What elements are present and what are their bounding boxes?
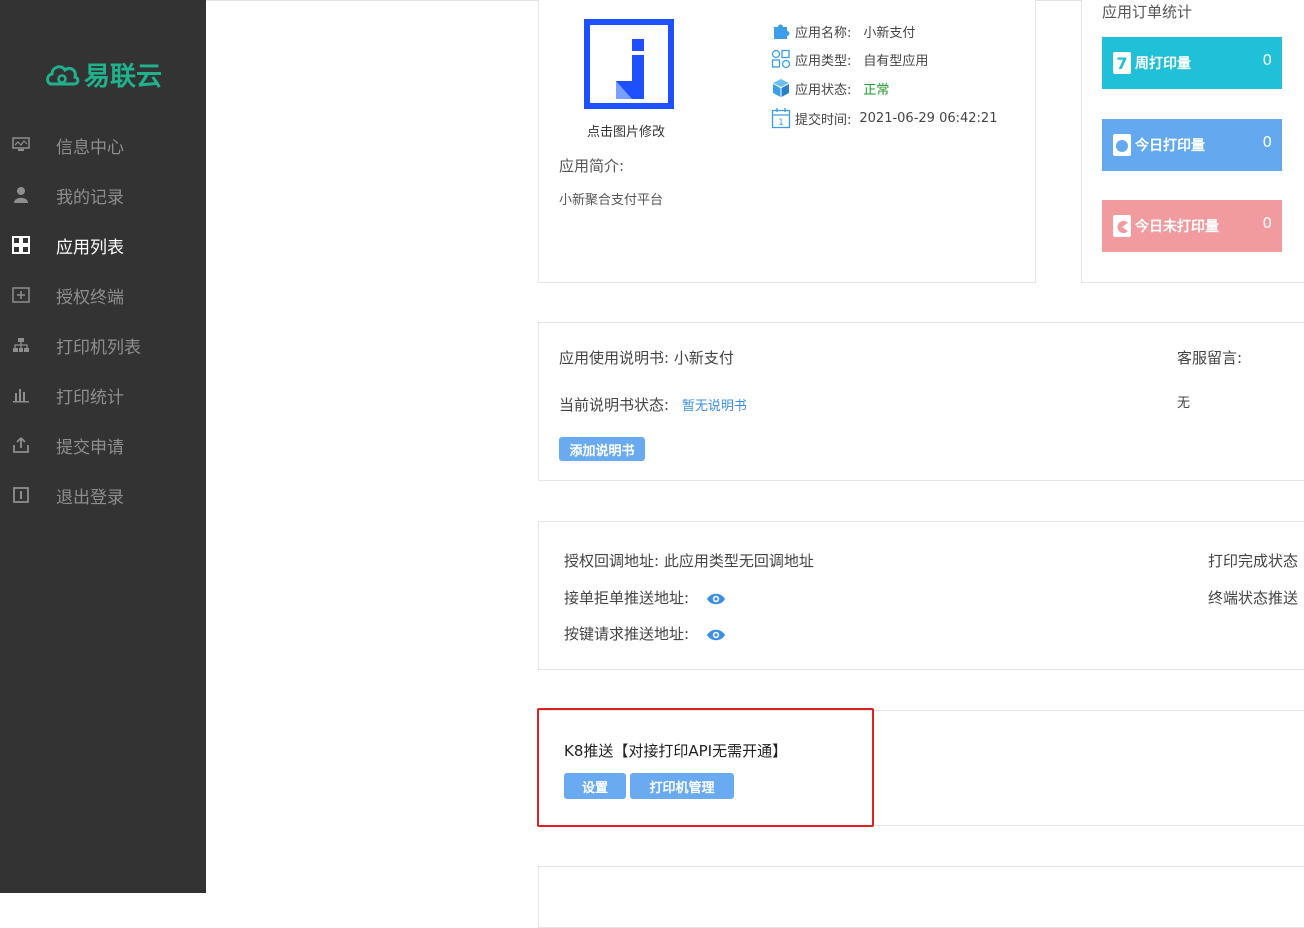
network-icon <box>11 335 31 355</box>
logo: 易联云 <box>44 54 162 94</box>
upload-icon <box>11 435 31 455</box>
app-name-row: 应用名称: 小新支付 <box>771 20 915 42</box>
app-type-label: 应用类型: <box>795 53 852 69</box>
app-type-value: 自有型应用 <box>863 53 929 69</box>
today-print-label: 今日打印量 <box>1135 138 1205 154</box>
calendar-7-icon: 7 <box>1113 52 1131 74</box>
week-print-value: 0 <box>1262 51 1272 69</box>
key-push-label: 按键请求推送地址: <box>564 625 690 643</box>
highlight-box <box>537 708 874 827</box>
sidebar-item-label: 打印统计 <box>56 387 124 408</box>
cube-icon <box>773 79 789 97</box>
sidebar-item-app-list[interactable]: 应用列表 <box>0 225 206 265</box>
logout-icon <box>11 485 31 505</box>
puzzle-icon <box>774 24 790 39</box>
app-status-row: 应用状态: 正常 <box>771 77 889 99</box>
week-print-label: 周打印量 <box>1135 56 1191 72</box>
sidebar-item-print-stats[interactable]: 打印统计 <box>0 375 206 415</box>
svg-text:1: 1 <box>778 118 784 128</box>
eye-icon[interactable] <box>706 592 726 606</box>
today-print-value: 0 <box>1262 133 1272 151</box>
manual-status-row: 当前说明书状态: 暂无说明书 <box>559 394 747 415</box>
terminal-plus-icon <box>11 285 31 305</box>
apps-grid-icon <box>771 49 791 69</box>
calendar-icon: 1 <box>771 108 791 129</box>
app-type-row: 应用类型: 自有型应用 <box>771 48 928 70</box>
order-push-label: 接单拒单推送地址: <box>564 589 690 607</box>
auth-callback-text: 授权回调地址: 此应用类型无回调地址 <box>564 552 814 570</box>
stats-title: 应用订单统计 <box>1102 3 1193 21</box>
manual-label: 应用使用说明书: 小新支付 <box>559 349 734 367</box>
sidebar-item-logout[interactable]: 退出登录 <box>0 475 206 515</box>
bottom-card <box>538 866 1304 928</box>
document-pie-icon <box>1113 215 1131 237</box>
order-push-row: 接单拒单推送地址: <box>564 587 726 608</box>
submit-time-row: 1 提交时间: 2021-06-29 06:42:21 <box>771 107 997 129</box>
today-unprinted-stat: 今日未打印量 0 <box>1102 200 1282 252</box>
today-print-stat: 今日打印量 0 <box>1102 119 1282 171</box>
app-name-label: 应用名称: <box>795 25 852 41</box>
sidebar-item-label: 信息中心 <box>56 137 124 158</box>
intro-value: 小新聚合支付平台 <box>559 193 664 208</box>
bar-chart-icon <box>11 385 31 405</box>
monitor-icon <box>11 135 31 155</box>
cloud-logo-icon <box>46 65 80 86</box>
intro-label: 应用简介: <box>559 157 625 175</box>
sidebar-item-label: 授权终端 <box>56 287 124 308</box>
eye-icon[interactable] <box>706 628 726 642</box>
sidebar-item-printer-list[interactable]: 打印机列表 <box>0 325 206 365</box>
logo-text: 易联云 <box>84 61 163 92</box>
app-status-label: 应用状态: <box>795 82 852 98</box>
app-status-value: 正常 <box>863 82 890 98</box>
manual-card: 应用使用说明书: 小新支付 当前说明书状态: 暂无说明书 添加说明书 客服留言:… <box>538 322 1304 481</box>
app-name-value: 小新支付 <box>863 25 916 41</box>
app-logo-icon <box>616 39 644 99</box>
manual-status-value[interactable]: 暂无说明书 <box>682 399 747 414</box>
sidebar-item-auth-terminal[interactable]: 授权终端 <box>0 275 206 315</box>
terminal-push-label: 终端状态推送 <box>1208 589 1299 607</box>
service-message-label: 客服留言: <box>1177 349 1243 367</box>
callback-card: 授权回调地址: 此应用类型无回调地址 接单拒单推送地址: 按键请求推送地址: 打… <box>538 521 1304 670</box>
user-icon <box>11 185 31 205</box>
sidebar-item-my-records[interactable]: 我的记录 <box>0 175 206 215</box>
key-push-row: 按键请求推送地址: <box>564 623 726 644</box>
document-circle-icon <box>1113 134 1131 156</box>
app-image[interactable] <box>584 19 674 109</box>
submit-time-value: 2021-06-29 06:42:21 <box>859 110 998 126</box>
sidebar-item-label: 退出登录 <box>56 487 124 508</box>
week-print-stat: 7 周打印量 0 <box>1102 37 1282 89</box>
sidebar-item-label: 打印机列表 <box>56 337 141 358</box>
sidebar-item-info-center[interactable]: 信息中心 <box>0 125 206 165</box>
sidebar-item-submit-apply[interactable]: 提交申请 <box>0 425 206 465</box>
add-manual-button[interactable]: 添加说明书 <box>559 437 645 461</box>
manual-status-label: 当前说明书状态: <box>559 396 670 414</box>
service-message-value: 无 <box>1177 396 1191 411</box>
sidebar-item-label: 应用列表 <box>56 237 124 258</box>
print-done-label: 打印完成状态 <box>1208 552 1299 570</box>
today-unprinted-value: 0 <box>1262 214 1272 232</box>
sidebar: 易联云 信息中心 我的记录 应用列表 授权终端 打印机列表 打印统计 提交申请 … <box>0 0 206 893</box>
submit-time-label: 提交时间: <box>795 112 852 128</box>
app-info-card: 点击图片修改 应用简介: 小新聚合支付平台 应用名称: 小新支付 应用类型: 自… <box>538 0 1036 283</box>
image-caption[interactable]: 点击图片修改 <box>587 121 665 140</box>
order-stats-card: 应用订单统计 7 周打印量 0 今日打印量 0 今日未打印量 0 <box>1081 0 1304 283</box>
sidebar-item-label: 提交申请 <box>56 437 124 458</box>
today-unprinted-label: 今日未打印量 <box>1135 219 1219 235</box>
grid-icon <box>11 235 31 255</box>
sidebar-item-label: 我的记录 <box>56 187 124 208</box>
